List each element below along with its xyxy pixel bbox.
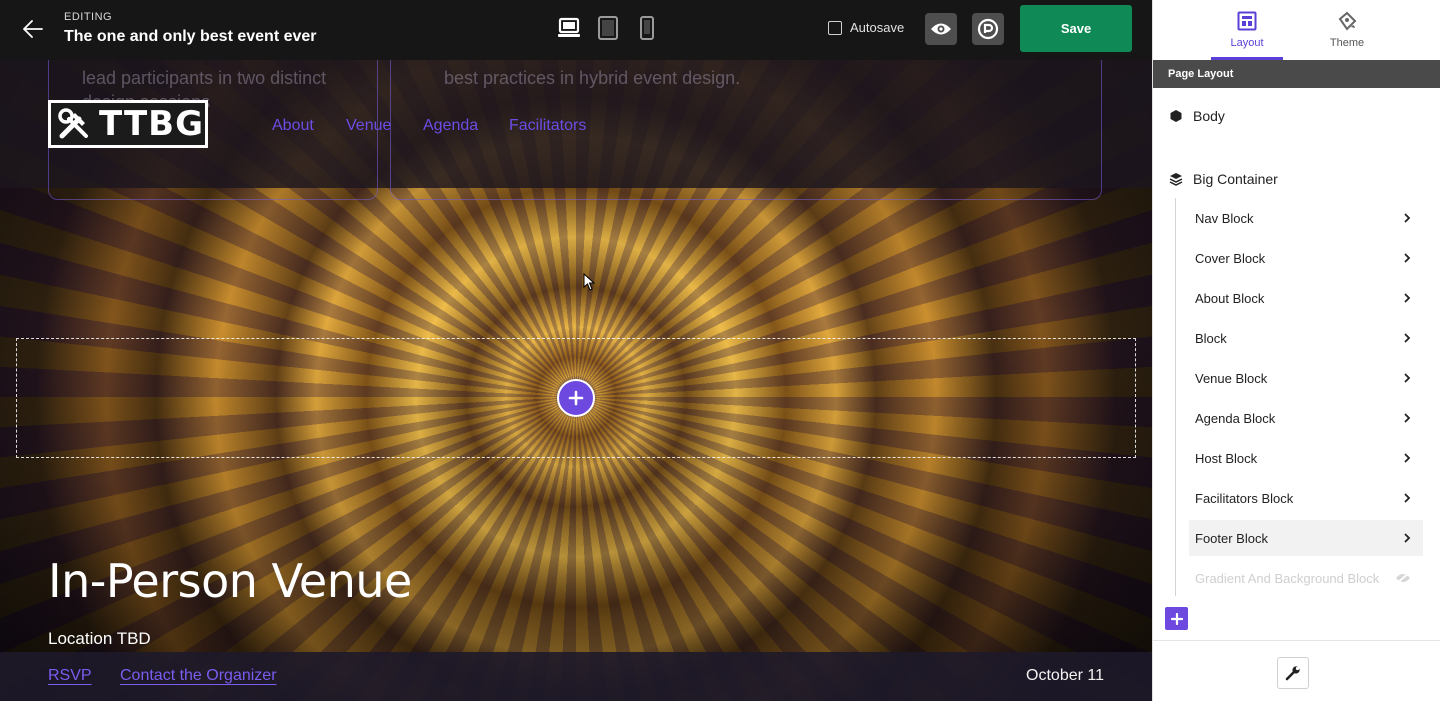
page-preview-canvas[interactable]: lead participants in two distinct design… bbox=[0, 60, 1152, 701]
autosave-checkbox[interactable] bbox=[828, 20, 842, 35]
tree-item-label: Host Block bbox=[1195, 450, 1258, 466]
panel-divider bbox=[1153, 640, 1440, 641]
tree-item-big-container-label: Big Container bbox=[1193, 171, 1278, 187]
tree-item-label: Gradient And Background Block bbox=[1195, 570, 1380, 586]
add-block-button[interactable] bbox=[557, 379, 595, 417]
section-header: Page Layout bbox=[1153, 60, 1440, 88]
tools-icon bbox=[58, 108, 88, 139]
chevron-right-icon bbox=[1404, 253, 1411, 263]
mouse-cursor-icon bbox=[583, 273, 595, 291]
tree-item-cover-block[interactable]: Cover Block bbox=[1189, 240, 1423, 276]
refresh-icon bbox=[977, 18, 999, 40]
tab-layout[interactable]: Layout bbox=[1211, 0, 1283, 60]
settings-button[interactable] bbox=[1277, 657, 1309, 689]
back-button[interactable] bbox=[18, 14, 48, 44]
page-layout-panel: Layout Theme Page Layout Body Big Contai… bbox=[1152, 0, 1440, 701]
add-block-panel-button[interactable] bbox=[1165, 607, 1188, 630]
chevron-right-icon bbox=[1404, 333, 1411, 343]
tab-theme[interactable]: Theme bbox=[1311, 0, 1383, 60]
plus-icon bbox=[1170, 612, 1183, 625]
desktop-view-button[interactable] bbox=[556, 14, 582, 42]
hexagon-icon bbox=[1170, 110, 1182, 122]
tree-item-label: About Block bbox=[1195, 290, 1265, 306]
tablet-icon bbox=[598, 16, 618, 40]
tree-item-body-label: Body bbox=[1193, 108, 1225, 124]
layers-icon bbox=[1169, 173, 1183, 186]
tree-item-label: Block bbox=[1195, 330, 1227, 346]
tree-item-label: Footer Block bbox=[1195, 530, 1268, 546]
rsvp-link[interactable]: RSVP bbox=[48, 667, 92, 685]
eye-icon bbox=[931, 23, 951, 35]
tree-item-about-block[interactable]: About Block bbox=[1189, 280, 1423, 316]
editor-topbar: EDITING The one and only best event ever… bbox=[0, 0, 1152, 60]
footer-block: RSVP Contact the Organizer October 11 bbox=[0, 652, 1152, 701]
tab-layout-label: Layout bbox=[1230, 37, 1264, 49]
tree-item-label: Venue Block bbox=[1195, 370, 1268, 386]
autosave-toggle[interactable]: Autosave bbox=[828, 20, 904, 35]
chevron-right-icon bbox=[1404, 213, 1411, 223]
tree-item-label: Nav Block bbox=[1195, 210, 1254, 226]
chevron-right-icon bbox=[1404, 413, 1411, 423]
preview-button[interactable] bbox=[925, 13, 957, 45]
chevron-right-icon bbox=[1404, 493, 1411, 503]
tablet-view-button[interactable] bbox=[595, 14, 621, 42]
tree-item-big-container[interactable]: Big Container bbox=[1169, 171, 1278, 187]
theme-icon bbox=[1338, 11, 1357, 31]
editing-label: EDITING bbox=[64, 11, 113, 23]
save-button[interactable]: Save bbox=[1020, 5, 1132, 52]
chevron-right-icon bbox=[1404, 373, 1411, 383]
tab-theme-label: Theme bbox=[1329, 37, 1365, 49]
chevron-right-icon bbox=[1404, 293, 1411, 303]
about-text-left: lead participants in two distinct bbox=[82, 68, 327, 88]
tree-item-venue-block[interactable]: Venue Block bbox=[1189, 360, 1423, 396]
venue-title: In-Person Venue bbox=[48, 554, 412, 608]
nav-link-about[interactable]: About bbox=[272, 117, 314, 135]
tree-item-footer-block[interactable]: Footer Block bbox=[1189, 520, 1423, 556]
venue-location: Location TBD bbox=[48, 629, 151, 648]
tree-item-label: Facilitators Block bbox=[1195, 490, 1294, 506]
tree-item-label: Agenda Block bbox=[1195, 410, 1276, 426]
tree-item-nav-block[interactable]: Nav Block bbox=[1189, 200, 1423, 236]
wrench-icon bbox=[1285, 666, 1300, 681]
tree-item-body[interactable]: Body bbox=[1169, 108, 1225, 124]
layout-icon bbox=[1237, 11, 1257, 31]
nav-link-venue[interactable]: Venue bbox=[346, 117, 391, 135]
chevron-right-icon bbox=[1404, 453, 1411, 463]
tree-item-gradient-background-block[interactable]: Gradient And Background Block bbox=[1189, 560, 1423, 596]
tree-item-host-block[interactable]: Host Block bbox=[1189, 440, 1423, 476]
logo-text: TTBG bbox=[99, 104, 204, 144]
logo-inner: TTBG bbox=[51, 103, 205, 145]
plus-icon bbox=[568, 390, 584, 406]
tree-item-block[interactable]: Block bbox=[1189, 320, 1423, 356]
contact-organizer-link[interactable]: Contact the Organizer bbox=[120, 667, 277, 685]
mobile-icon bbox=[640, 16, 654, 40]
nav-link-agenda[interactable]: Agenda bbox=[423, 117, 478, 135]
arrow-left-icon bbox=[23, 20, 43, 38]
about-text-right: best practices in hybrid event design. bbox=[444, 68, 741, 88]
site-logo[interactable]: TTBG bbox=[48, 100, 208, 148]
eye-off-icon bbox=[1396, 572, 1410, 584]
mobile-view-button[interactable] bbox=[634, 14, 660, 42]
tree-item-agenda-block[interactable]: Agenda Block bbox=[1189, 400, 1423, 436]
event-date: October 11 bbox=[1026, 667, 1104, 684]
chevron-right-icon bbox=[1404, 533, 1411, 543]
page-title: The one and only best event ever bbox=[64, 28, 317, 45]
autosave-label: Autosave bbox=[850, 20, 905, 35]
tree-item-facilitators-block[interactable]: Facilitators Block bbox=[1189, 480, 1423, 516]
nav-link-facilitators[interactable]: Facilitators bbox=[509, 117, 586, 135]
tree-guide-line bbox=[1175, 198, 1176, 596]
desktop-icon bbox=[558, 17, 580, 37]
publish-button[interactable] bbox=[972, 13, 1004, 45]
tree-item-label: Cover Block bbox=[1195, 250, 1266, 266]
